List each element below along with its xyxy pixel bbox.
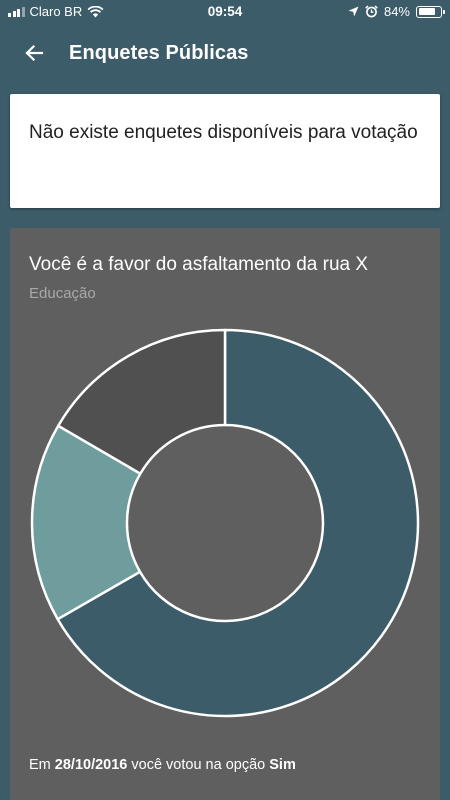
vote-prefix: Em — [29, 757, 51, 773]
empty-notice-card: Não existe enquetes disponíveis para vot… — [10, 94, 440, 208]
screen: Claro BR 09:54 84% Enquetes Públicas Não… — [0, 0, 450, 800]
empty-notice-text: Não existe enquetes disponíveis para vot… — [29, 122, 418, 143]
vote-option: Sim — [269, 757, 296, 773]
battery-icon — [416, 5, 445, 18]
alarm-clock-icon — [365, 5, 378, 18]
battery-percent: 84% — [383, 4, 410, 19]
poll-question: Você é a favor do asfaltamento da rua X — [29, 254, 369, 275]
vote-middle: você votou na opção — [131, 757, 266, 773]
results-donut-chart — [30, 328, 420, 718]
status-bar: Claro BR 09:54 84% — [0, 0, 450, 24]
page-title: Enquetes Públicas — [69, 41, 249, 64]
back-button[interactable] — [11, 30, 57, 76]
app-bar: Enquetes Públicas — [0, 24, 450, 82]
arrow-left-icon — [25, 44, 44, 62]
poll-category: Educação — [29, 285, 96, 302]
vote-summary: Em 28/10/2016 você votou na opção Sim — [29, 757, 296, 773]
poll-card[interactable]: Você é a favor do asfaltamento da rua X … — [10, 228, 440, 800]
vote-date: 28/10/2016 — [54, 757, 128, 773]
location-arrow-icon — [348, 6, 359, 17]
battery-fill — [418, 8, 436, 15]
status-right: 84% — [348, 4, 445, 19]
